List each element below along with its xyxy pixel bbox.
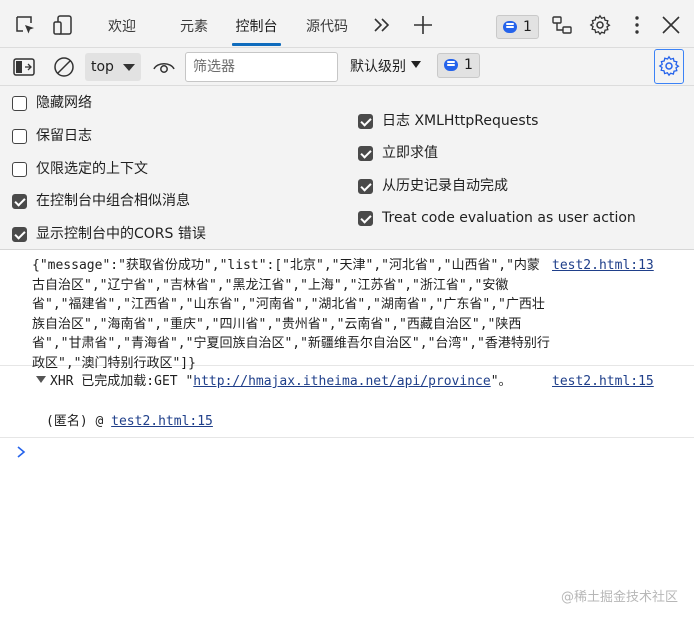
watermark: @稀土掘金技术社区 [560, 590, 678, 605]
messages-count: 1 [464, 57, 473, 73]
setting-label: 从历史记录自动完成 [382, 178, 508, 194]
xhr-suffix: "。 [490, 374, 512, 389]
more-tabs-icon[interactable] [371, 14, 393, 36]
stack-prefix: (匿名) @ [46, 414, 112, 429]
console-output: {"message":"获取省份成功","list":["北京","天津","河… [0, 250, 694, 621]
console-settings-gear-icon [658, 55, 680, 77]
add-tab-icon[interactable] [412, 14, 434, 36]
messages-badge[interactable]: 1 [437, 53, 480, 78]
message-bubble-icon [503, 21, 517, 33]
setting-log-xhr[interactable]: 日志 XMLHttpRequests [358, 110, 538, 132]
dropdown-caret-icon [123, 64, 135, 71]
context-value: top [91, 59, 114, 75]
console-message: {"message":"获取省份成功","list":["北京","天津","河… [0, 250, 694, 371]
tab-sources[interactable]: 源代码 [302, 0, 352, 48]
live-expression-eye-icon[interactable] [152, 58, 176, 76]
clear-console-icon[interactable] [53, 56, 75, 78]
tab-welcome[interactable]: 欢迎 [104, 0, 140, 48]
source-link[interactable]: test2.html:13 [552, 256, 654, 276]
gear-icon[interactable] [589, 14, 611, 36]
console-message-text[interactable]: {"message":"获取省份成功","list":["北京","天津","河… [32, 256, 550, 373]
console-prompt-chevron-icon [17, 446, 26, 458]
checkbox[interactable] [358, 146, 373, 161]
setting-label: 日志 XMLHttpRequests [382, 113, 539, 129]
checkbox[interactable] [12, 96, 27, 111]
network-conditions-icon[interactable] [551, 14, 573, 36]
xhr-message-text: XHR 已完成加载:GET "http://hmajax.itheima.net… [36, 372, 526, 392]
console-settings-button[interactable] [654, 49, 684, 84]
setting-group-similar[interactable]: 在控制台中组合相似消息 [12, 190, 190, 212]
checkbox[interactable] [12, 129, 27, 144]
xhr-url-link[interactable]: http://hmajax.itheima.net/api/province [193, 374, 490, 389]
console-message-xhr: XHR 已完成加载:GET "http://hmajax.itheima.net… [0, 366, 694, 438]
context-selector[interactable]: top [85, 53, 141, 81]
setting-preserve-log[interactable]: 保留日志 [12, 125, 92, 147]
checkbox[interactable] [358, 114, 373, 129]
log-levels-label: 默认级别 [350, 59, 406, 75]
stack-trace-line: (匿名) @ test2.html:15 [46, 412, 213, 432]
tab-console[interactable]: 控制台 [232, 0, 281, 48]
setting-user-action[interactable]: Treat code evaluation as user action [358, 207, 636, 229]
setting-selected-context-only[interactable]: 仅限选定的上下文 [12, 158, 148, 180]
stack-source-link[interactable]: test2.html:15 [111, 414, 213, 429]
setting-show-cors-errors[interactable]: 显示控制台中的CORS 错误 [12, 223, 206, 245]
filter-input[interactable] [185, 52, 338, 82]
setting-label: 立即求值 [382, 145, 438, 161]
issues-count: 1 [523, 19, 532, 35]
setting-label: Treat code evaluation as user action [382, 210, 636, 226]
console-settings-panel: 隐藏网络 保留日志 仅限选定的上下文 在控制台中组合相似消息 显示控制台中的CO… [0, 86, 694, 250]
more-options-icon[interactable] [626, 14, 648, 36]
tab-elements[interactable]: 元素 [177, 0, 211, 48]
close-icon[interactable] [660, 14, 682, 36]
setting-label: 隐藏网络 [36, 95, 92, 111]
setting-eager-evaluation[interactable]: 立即求值 [358, 142, 438, 164]
checkbox[interactable] [12, 194, 27, 209]
checkbox[interactable] [358, 211, 373, 226]
inspect-element-icon[interactable] [14, 14, 36, 36]
message-bubble-icon [444, 59, 458, 71]
source-link[interactable]: test2.html:15 [552, 372, 654, 392]
sidebar-toggle-icon[interactable] [13, 57, 35, 77]
dropdown-caret-icon [411, 61, 421, 68]
setting-label: 显示控制台中的CORS 错误 [36, 226, 206, 242]
log-levels-dropdown[interactable]: 默认级别 [350, 53, 421, 81]
setting-label: 保留日志 [36, 128, 92, 144]
devtools-tab-bar: 欢迎 元素 控制台 源代码 1 [0, 0, 694, 48]
xhr-prefix: XHR 已完成加载:GET " [50, 374, 194, 389]
checkbox[interactable] [12, 227, 27, 242]
checkbox[interactable] [358, 179, 373, 194]
setting-label: 仅限选定的上下文 [36, 161, 148, 177]
setting-hide-network[interactable]: 隐藏网络 [12, 92, 92, 114]
console-toolbar: top 默认级别 1 [0, 48, 694, 86]
setting-label: 在控制台中组合相似消息 [36, 193, 190, 209]
issues-badge[interactable]: 1 [496, 15, 539, 39]
setting-autocomplete-history[interactable]: 从历史记录自动完成 [358, 175, 508, 197]
checkbox[interactable] [12, 162, 27, 177]
expand-triangle-icon[interactable] [36, 376, 46, 383]
device-emulation-icon[interactable] [52, 14, 74, 36]
